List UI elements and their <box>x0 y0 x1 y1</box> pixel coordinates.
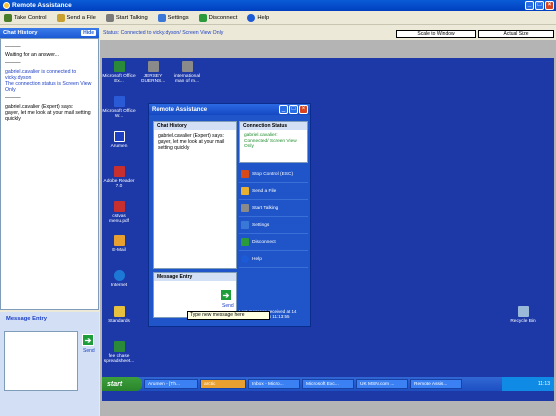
window-titlebar: Remote Assistance _ □ × <box>0 0 556 11</box>
excel-icon <box>113 341 125 352</box>
message-entry-input[interactable] <box>4 331 78 391</box>
remote-assistance-icon <box>3 2 10 9</box>
taskbar-button-remote-assistance[interactable]: Remote Assis... <box>410 379 462 389</box>
microphone-icon <box>105 13 114 22</box>
excel-icon <box>113 61 125 72</box>
window-title: Remote Assistance <box>12 2 72 9</box>
chat-line-status: The connection status is Screen View Onl… <box>5 81 92 94</box>
help-icon <box>247 13 256 22</box>
chat-line-waiting: Waiting for an answer... <box>5 52 60 59</box>
desktop-icon-email[interactable]: E-Mail <box>102 235 136 253</box>
ra-connection-status: Connection Status gabriel.cavalier: Conn… <box>239 121 308 163</box>
close-button[interactable]: × <box>545 1 554 10</box>
disconnect-icon <box>198 13 207 22</box>
start-talking-button[interactable]: Start Talking <box>104 13 150 23</box>
ra-connection-status-header: Connection Status <box>240 122 307 130</box>
desktop-icon-word[interactable]: Microsoft Office W... <box>102 96 136 120</box>
desktop-icon-standards[interactable]: Standards <box>102 306 136 324</box>
desktop-icon-adobe[interactable]: Adobe Reader 7.0 <box>102 166 136 190</box>
document-icon <box>181 61 193 72</box>
ra-maximize-button[interactable]: □ <box>289 105 298 114</box>
minimize-button[interactable]: _ <box>525 1 534 10</box>
ra-message-entry-header: Message Entry <box>154 273 236 281</box>
chat-history-panel[interactable]: ——— Waiting for an answer... ——— gabriel… <box>0 38 99 310</box>
settings-icon <box>157 13 166 22</box>
ra-dialog-window[interactable]: Remote Assistance _ □ × Chat History gab… <box>148 103 311 327</box>
pdf-icon <box>113 201 125 212</box>
scale-to-window-button[interactable]: Scale to Window <box>396 30 476 38</box>
help-icon <box>241 255 249 263</box>
disconnect-icon <box>241 238 249 246</box>
disconnect-button[interactable]: Disconnect <box>197 13 240 23</box>
settings-icon <box>241 221 249 229</box>
adobe-reader-icon <box>113 166 125 177</box>
desktop-icon-excel[interactable]: Microsoft Office Ex... <box>102 61 136 85</box>
tray-clock: 11:13 <box>537 381 550 387</box>
send-file-icon <box>241 187 249 195</box>
remote-desktop[interactable]: Microsoft Office Ex... JERSEY GUERNS... … <box>102 58 554 401</box>
system-tray: 11:13 <box>502 377 554 391</box>
ra-action-list: Stop Control (ESC) Send a File Start Tal… <box>239 166 308 268</box>
ra-start-talking-button[interactable]: Start Talking <box>239 200 308 217</box>
send-file-icon <box>56 13 65 22</box>
desktop-icon-fee-chase[interactable]: fee chase spreadsheet... <box>102 341 136 365</box>
microphone-icon <box>241 204 249 212</box>
chat-history-header: Chat History Hide <box>0 28 99 38</box>
taskbar-button-excel[interactable]: Microsoft Exc... <box>302 379 354 389</box>
send-label: Send <box>83 348 95 354</box>
taskbar-button-inbox[interactable]: Inbox - Micro... <box>248 379 300 389</box>
remote-screen[interactable]: Microsoft Office Ex... JERSEY GUERNS... … <box>100 40 556 416</box>
settings-button[interactable]: Settings <box>156 13 191 23</box>
desktop-icon-arumen[interactable]: Arumen <box>102 131 136 149</box>
folder-icon <box>113 306 125 317</box>
message-entry-panel: ➔ Send <box>0 328 99 416</box>
taskbar-button-msn[interactable]: UK MSN.com ... <box>356 379 408 389</box>
chat-line-message: gayer, let me look at your mail setting … <box>5 109 91 123</box>
desktop-icon-international[interactable]: international man of m... <box>170 61 204 85</box>
taskbar-button-arumen[interactable]: Arumen - [Th... <box>144 379 198 389</box>
stop-control-icon <box>241 170 249 178</box>
message-tooltip: Type new message here <box>187 311 270 320</box>
maximize-button[interactable]: □ <box>535 1 544 10</box>
ra-chat-history[interactable]: Chat History gabriel.cavalier (Expert) s… <box>153 121 237 269</box>
recycle-bin-icon <box>517 306 529 317</box>
ra-chat-text: gabriel.cavalier (Expert) says: gayer, l… <box>158 133 225 151</box>
start-button[interactable]: start <box>102 377 142 391</box>
ra-send-button[interactable]: ➔ <box>220 289 232 301</box>
desktop-icon-internet[interactable]: Internet <box>102 270 136 288</box>
word-icon <box>113 96 125 107</box>
ra-close-button[interactable]: × <box>299 105 308 114</box>
desktop-icon-jersey[interactable]: JERSEY GUERNS... <box>136 61 170 85</box>
arumen-icon <box>113 131 125 142</box>
ra-help-button[interactable]: Help <box>239 251 308 268</box>
main-toolbar: Take Control Send a File Start Talking S… <box>0 11 556 25</box>
message-entry-header: Message Entry <box>0 312 99 328</box>
internet-explorer-icon <box>113 270 125 281</box>
actual-size-button[interactable]: Actual Size <box>478 30 554 38</box>
ra-stop-control-button[interactable]: Stop Control (ESC) <box>239 166 308 183</box>
ra-send-label: Send <box>222 303 234 309</box>
take-control-icon <box>4 13 12 22</box>
help-button[interactable]: Help <box>245 13 271 23</box>
ra-minimize-button[interactable]: _ <box>279 105 288 114</box>
remote-taskbar: start Arumen - [Th... arctic Inbox - Mic… <box>102 377 554 391</box>
document-icon <box>147 61 159 72</box>
send-button[interactable]: ➔ <box>82 334 94 346</box>
ra-disconnect-button[interactable]: Disconnect <box>239 234 308 251</box>
taskbar-button-arctic[interactable]: arctic <box>200 379 246 389</box>
ra-send-file-button[interactable]: Send a File <box>239 183 308 200</box>
desktop-icon-cstvas[interactable]: cstvas menu.pdf <box>102 201 136 225</box>
chat-line-connected: gabriel.cavalier is connected to vicky.d… <box>5 68 77 81</box>
take-control-button[interactable]: Take Control <box>2 13 49 23</box>
ra-chat-history-header: Chat History <box>154 122 236 130</box>
desktop-icon-recycle-bin[interactable]: Recycle Bin <box>506 306 540 324</box>
email-icon <box>113 235 125 246</box>
status-text: Status: Connected to vicky.dyson/ Screen… <box>103 30 224 36</box>
ra-settings-button[interactable]: Settings <box>239 217 308 234</box>
send-file-button[interactable]: Send a File <box>55 13 98 23</box>
hide-button[interactable]: Hide <box>81 30 96 36</box>
ra-connection-status-text: gabriel.cavalier: Connected/ Screen View… <box>244 133 297 150</box>
